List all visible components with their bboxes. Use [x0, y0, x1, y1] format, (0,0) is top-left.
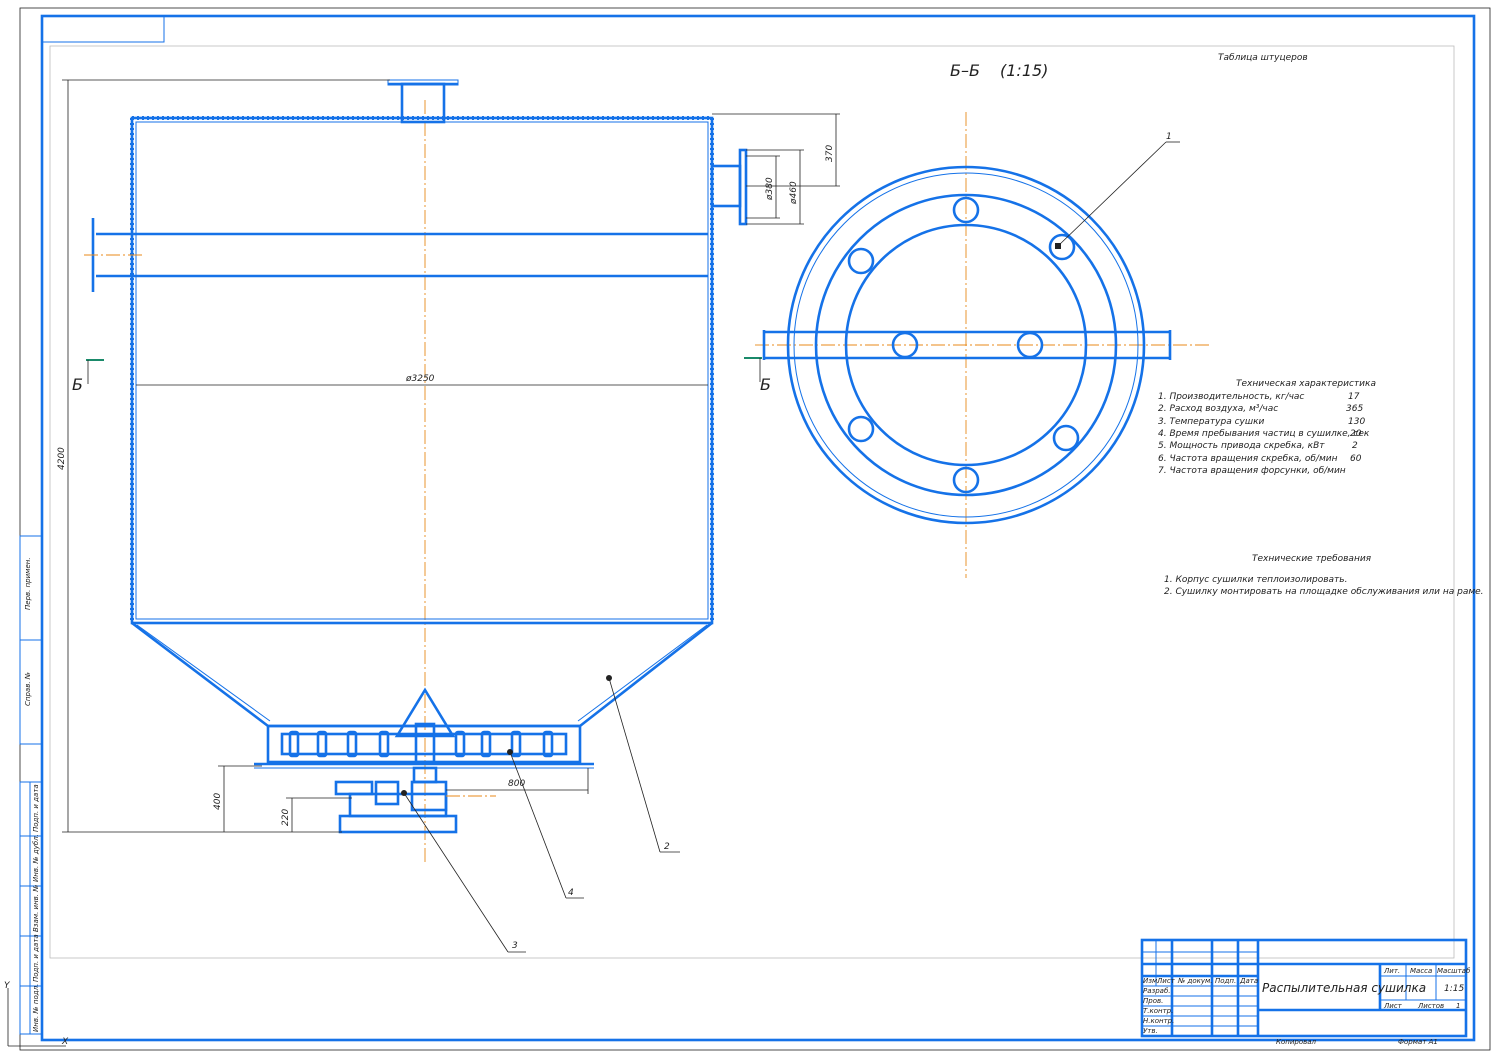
tb-row-razrab: Разраб. [1143, 987, 1171, 995]
tech-req-item-1: 1. Корпус сушилки теплоизолировать. [1164, 575, 1347, 585]
section-view: Б–Б (1:15) Таблица штуцеров 1 [755, 53, 1308, 578]
tech-req-title: Технические требования [1252, 554, 1372, 564]
tb-row-prov: Пров. [1143, 997, 1163, 1005]
sheet-frame [19, 7, 1491, 1051]
tech-char-row-3: 3. Температура сушки [1158, 417, 1265, 427]
dim-drive-width: 800 [508, 779, 525, 789]
section-mark-right: Б [760, 375, 771, 394]
tb-col-list: Лист [1156, 977, 1176, 985]
tech-char-val-4: 20 [1350, 429, 1362, 439]
stamp-inv-podl: Инв. № подл. [32, 984, 40, 1032]
tech-char-row-5: 5. Мощность привода скребка, кВт [1158, 441, 1325, 451]
dim-height-total: 4200 [57, 447, 67, 470]
callout-4: 4 [568, 888, 574, 898]
tech-char-row-7: 7. Частота вращения форсунки, об/мин [1158, 466, 1346, 476]
tb-sheet-label: Лист [1383, 1002, 1403, 1010]
dim-drive-height: 220 [281, 809, 291, 826]
stamp-podp-data-1: Подп. и дата [32, 784, 40, 832]
front-dimensions: 4200 ø3250 370 ø380 ø460 400 220 800 [57, 79, 840, 833]
tb-scale-value: 1:15 [1444, 984, 1464, 994]
tb-sheets-label: Листов [1417, 1002, 1444, 1010]
tech-char-row-2: 2. Расход воздуха, м³/час [1158, 404, 1278, 414]
section-mark-left: Б [72, 375, 83, 394]
front-view [84, 79, 748, 865]
tb-sheets-value: 1 [1456, 1002, 1460, 1010]
tb-drawing-name: Распылительная сушилка [1262, 981, 1426, 995]
tech-char-row-6: 6. Частота вращения скребка, об/мин [1158, 454, 1338, 464]
tb-mass-label: Масса [1410, 967, 1432, 975]
tech-req-item-2: 2. Сушилку монтировать на площадке обслу… [1164, 587, 1484, 597]
tech-char-val-6: 60 [1350, 454, 1362, 464]
tb-col-doc: № докум. [1177, 977, 1213, 985]
dim-nozzle-d2: ø460 [789, 181, 799, 205]
tech-requirements: Технические требования 1. Корпус сушилки… [1164, 554, 1484, 597]
tech-characteristics: Техническая характеристика 1. Производит… [1158, 379, 1376, 476]
axis-x-label: X [61, 1037, 69, 1047]
side-stamp: Перв. примен. Справ. № Подп. и дата Инв.… [19, 535, 43, 1035]
callout-1: 1 [1166, 132, 1172, 142]
drawing-sheet: Перв. примен. Справ. № Подп. и дата Инв.… [0, 0, 1499, 1056]
tech-char-row-4: 4. Время пребывания частиц в сушилке, се… [1158, 429, 1370, 439]
callouts: 2 3 4 [401, 675, 680, 953]
dim-diameter-body: ø3250 [405, 374, 435, 384]
tech-char-val-3: 130 [1348, 417, 1365, 427]
tech-char-row-1: 1. Производительность, кг/час [1158, 392, 1304, 402]
tb-scale-label: Масштаб [1437, 967, 1471, 975]
tb-row-nkontr: Н.контр. [1143, 1017, 1174, 1025]
tb-copied: Копировал [1276, 1038, 1317, 1046]
dim-nozzle-d1: ø380 [765, 177, 775, 201]
tb-col-podp: Подп. [1215, 977, 1236, 985]
callout-3: 3 [512, 941, 518, 951]
tb-row-utv: Утв. [1143, 1027, 1158, 1035]
section-scale: (1:15) [1000, 61, 1048, 80]
dryer-cone [131, 621, 713, 728]
stamp-perv-primen: Перв. примен. [24, 557, 32, 610]
callout-2: 2 [664, 842, 670, 852]
tb-col-data: Дата [1239, 977, 1258, 985]
axis-y-label: Y [4, 981, 11, 991]
dim-base-height: 400 [213, 793, 223, 810]
stamp-inv-dubl: Инв. № дубл. [32, 834, 40, 882]
tech-char-val-1: 17 [1348, 392, 1360, 402]
dryer-body [130, 116, 714, 625]
stamp-vzam-inv: Взам. инв. № [32, 884, 40, 932]
tb-lit-label: Лит. [1383, 967, 1400, 975]
tb-format: Формат A1 [1398, 1038, 1438, 1046]
tech-char-val-5: 2 [1352, 441, 1358, 451]
drive-base [338, 814, 458, 834]
tech-char-val-2: 365 [1346, 404, 1363, 414]
stamp-sprav-no: Справ. № [24, 672, 32, 706]
drawing-canvas: Перв. примен. Справ. № Подп. и дата Инв.… [4, 7, 1491, 1051]
stamp-podp-data-2: Подп. и дата [32, 934, 40, 982]
tech-char-title: Техническая характеристика [1236, 379, 1376, 389]
title-block: Изм. Лист № докум. Подп. Дата Разраб. Пр… [1140, 938, 1471, 1046]
dim-nozzle-offset: 370 [825, 145, 835, 162]
nozzle-table-title: Таблица штуцеров [1218, 53, 1308, 63]
tb-row-tkontr: Т.контр. [1143, 1007, 1173, 1015]
section-title: Б–Б [950, 61, 980, 80]
